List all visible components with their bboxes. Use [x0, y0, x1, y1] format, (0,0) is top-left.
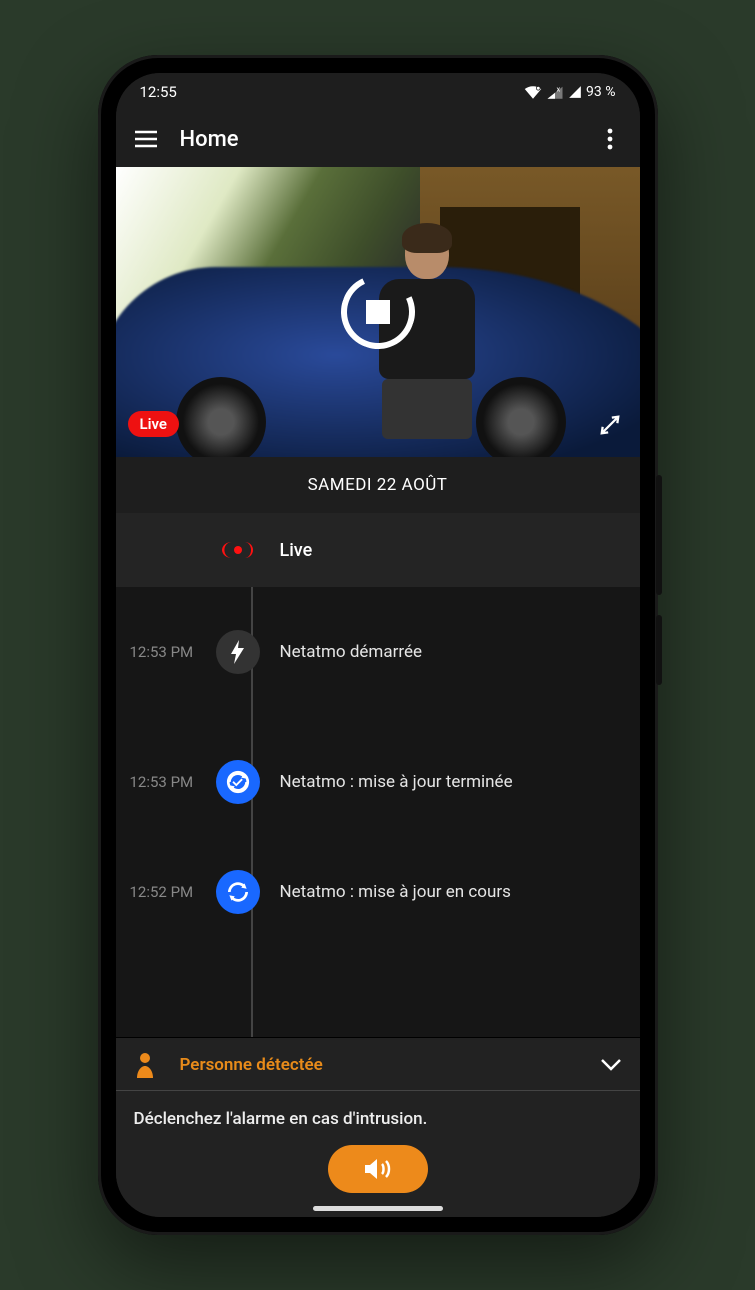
battery-percent: 93 % [586, 84, 615, 100]
screen: 12:55 x 93 % Home [116, 73, 640, 1217]
fullscreen-button[interactable] [594, 409, 626, 441]
more-button[interactable] [594, 123, 626, 155]
status-time: 12:55 [140, 83, 177, 101]
trigger-alarm-button[interactable] [328, 1145, 428, 1193]
timeline-event-row[interactable]: 12:53 PM Netatmo démarrée [116, 587, 640, 717]
menu-button[interactable] [130, 123, 162, 155]
svg-text:x: x [557, 85, 561, 93]
date-header: SAMEDI 22 AOÛT [116, 457, 640, 513]
more-vertical-icon [607, 128, 613, 150]
timeline-event-row[interactable]: 12:52 PM Netatmo : mise à jour en cours [116, 847, 640, 937]
hamburger-icon [134, 130, 158, 148]
live-icon [223, 535, 253, 565]
detection-label: Personne détectée [180, 1055, 600, 1075]
speaker-icon [363, 1156, 393, 1182]
side-button [656, 615, 662, 685]
live-badge: Live [128, 411, 180, 437]
side-button [656, 475, 662, 595]
event-time: 12:53 PM [130, 643, 216, 661]
signal-icon: x [546, 85, 564, 99]
loading-spinner [341, 275, 415, 349]
timeline-event-row[interactable]: 12:53 PM Netatmo : mise à jour terminée [116, 717, 640, 847]
live-label: Live [280, 540, 313, 561]
event-label: Netatmo : mise à jour en cours [280, 882, 511, 902]
event-timeline[interactable]: Live 12:53 PM Netatmo démarrée 12:53 PM … [116, 513, 640, 1037]
chevron-down-icon [600, 1058, 622, 1072]
wifi-icon [524, 85, 542, 99]
event-label: Netatmo démarrée [280, 642, 422, 662]
person-icon [134, 1052, 156, 1078]
home-indicator[interactable] [313, 1206, 443, 1211]
network-icon [568, 85, 582, 99]
detection-panel: Personne détectée Déclenchez l'alarme en… [116, 1037, 640, 1217]
scene-wheel [176, 377, 266, 457]
sync-complete-icon [216, 760, 260, 804]
app-bar: Home [116, 111, 640, 167]
status-bar: 12:55 x 93 % [116, 73, 640, 111]
camera-preview[interactable]: Live [116, 167, 640, 457]
timeline-live-row[interactable]: Live [116, 513, 640, 587]
phone-frame: 12:55 x 93 % Home [98, 55, 658, 1235]
alarm-hint: Déclenchez l'alarme en cas d'intrusion. [116, 1091, 640, 1145]
sync-progress-icon [216, 870, 260, 914]
event-time: 12:52 PM [130, 883, 216, 901]
event-label: Netatmo : mise à jour terminée [280, 772, 513, 792]
expand-icon [599, 414, 621, 436]
page-title: Home [180, 127, 594, 152]
bolt-icon [216, 630, 260, 674]
detection-header[interactable]: Personne détectée [116, 1038, 640, 1091]
event-time: 12:53 PM [130, 773, 216, 791]
status-icons: x 93 % [524, 84, 615, 100]
